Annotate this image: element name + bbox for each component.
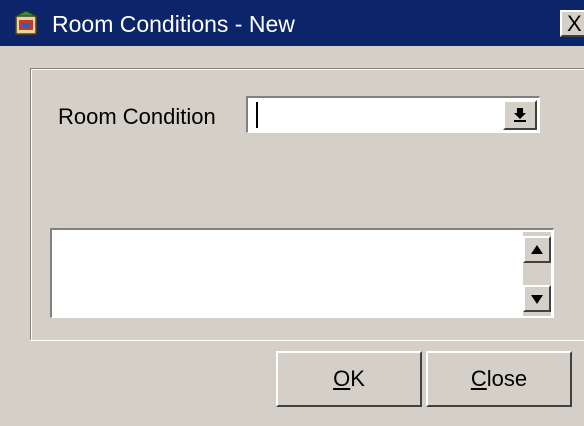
room-condition-dropdown-button[interactable] — [503, 100, 537, 130]
room-condition-label: Room Condition — [58, 104, 216, 129]
notes-scrollbar[interactable] — [523, 232, 551, 316]
scroll-track[interactable] — [523, 264, 551, 284]
close-mnemonic: C — [470, 366, 487, 391]
ok-mnemonic: O — [333, 366, 351, 391]
scroll-down-button[interactable] — [523, 285, 551, 312]
scroll-down-icon — [531, 295, 543, 304]
app-icon — [12, 10, 40, 38]
down-arrow-icon — [514, 108, 526, 122]
close-label-rest: lose — [486, 366, 528, 391]
divider — [30, 340, 584, 341]
scroll-up-button[interactable] — [523, 236, 551, 263]
scroll-up-icon — [531, 245, 543, 254]
window-title: Room Conditions - New — [52, 11, 295, 37]
title-bar: Room Conditions - New X — [0, 0, 584, 46]
ok-label-rest: K — [350, 366, 365, 391]
title-close-button[interactable]: X — [560, 10, 584, 37]
ok-button[interactable]: OK — [276, 351, 422, 407]
text-cursor — [256, 102, 258, 128]
close-icon: X — [567, 11, 582, 36]
room-condition-select[interactable] — [246, 96, 540, 133]
close-button[interactable]: Close — [426, 351, 572, 407]
room-conditions-dialog: Room Conditions - New X Room Condition O… — [0, 0, 584, 426]
notes-textarea[interactable] — [50, 228, 554, 318]
